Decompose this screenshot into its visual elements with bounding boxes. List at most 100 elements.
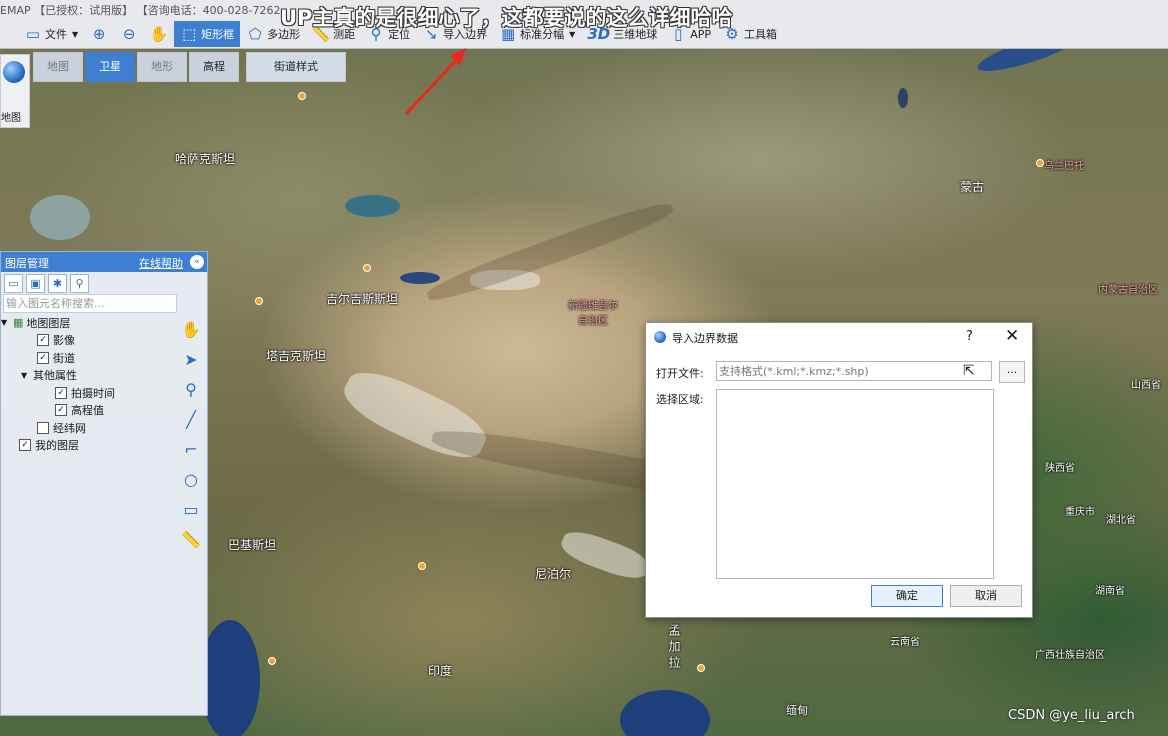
checkbox-checked[interactable]: ✓ <box>37 351 49 364</box>
folder-icon: ▭ <box>25 25 41 43</box>
tree-label: 经纬网 <box>53 421 86 435</box>
label-tajikistan: 塔吉克斯坦 <box>266 349 327 363</box>
tree-label: 街道 <box>53 351 75 365</box>
label-kyrgyzstan: 吉尔吉斯斯坦 <box>326 292 399 306</box>
city-dot <box>268 657 276 665</box>
globe-map-label: 地图 <box>1 113 21 124</box>
map-type-tabs: 地图 卫星 地形 高程 <box>33 52 241 82</box>
dialog-title: 导入边界数据 <box>672 332 738 345</box>
rectangle-icon: ⬚ <box>182 25 197 43</box>
tree-node-streets[interactable]: ✓ 街道 <box>1 349 176 367</box>
tree-node-my-layers[interactable]: ✓ 我的图层 <box>1 437 176 455</box>
rectangle-icon[interactable]: ▭ <box>177 494 205 524</box>
region-list[interactable] <box>716 389 994 579</box>
label-hubei: 湖北省 <box>1106 515 1136 526</box>
layer-manager-panel: 图层管理 在线帮助 « ▭ ▣ ✱ ⚲ 输入图元名称搜索... ▼ ▦ 地图图层… <box>0 251 208 716</box>
collapse-icon[interactable]: « <box>190 255 204 269</box>
tab-satellite[interactable]: 卫星 <box>85 52 135 82</box>
tree-label: 其他属性 <box>33 369 77 383</box>
tree-label: 高程值 <box>71 404 104 418</box>
checkbox-checked[interactable]: ✓ <box>55 404 67 417</box>
cancel-button[interactable]: 取消 <box>950 585 1022 607</box>
label-guangxi: 广西壮族自治区 <box>1035 650 1105 661</box>
chevron-down-icon[interactable]: ▼ <box>21 371 33 380</box>
arrow-shaft <box>404 52 464 116</box>
label-nepal: 尼泊尔 <box>535 567 572 581</box>
layer-panel-header: 图层管理 在线帮助 « <box>1 252 207 272</box>
tree-node-elevation-value[interactable]: ✓ 高程值 <box>1 402 176 420</box>
tree-node-capture-time[interactable]: ✓ 拍摄时间 <box>1 384 176 402</box>
layer-panel-title: 图层管理 <box>5 257 49 270</box>
pointer-icon[interactable]: ➤ <box>177 344 205 374</box>
bay-of-bengal <box>620 690 710 736</box>
browse-button[interactable]: ... <box>999 361 1025 383</box>
app-title: EMAP 【已授权：试用版】 【咨询电话：400-028-7262 <box>0 4 281 17</box>
open-folder-icon[interactable]: ▭ <box>4 273 23 293</box>
tree-label: 拍摄时间 <box>71 386 115 400</box>
tree-label: 我的图层 <box>35 439 79 453</box>
mouse-cursor-icon: ⇱ <box>963 363 975 379</box>
globe-icon <box>654 331 666 343</box>
search-icon[interactable]: ⚲ <box>70 273 89 293</box>
label-shanxi: 山西省 <box>1131 380 1161 391</box>
zoom-in-icon: ⊕ <box>92 25 106 43</box>
file-path-input[interactable] <box>716 361 992 381</box>
label-shaanxi: 陕西省 <box>1045 463 1075 474</box>
layer-panel-toolbar: ▭ ▣ ✱ ⚲ <box>1 272 207 294</box>
polyline-icon[interactable]: ⌐ <box>177 434 205 464</box>
rectangle-select-button[interactable]: ⬚ 矩形框 <box>174 21 241 47</box>
online-help-link[interactable]: 在线帮助 <box>139 255 183 271</box>
city-dot <box>1036 159 1044 167</box>
settings-icon[interactable]: ✱ <box>48 273 67 293</box>
tab-map[interactable]: 地图 <box>33 52 83 82</box>
chevron-down-icon[interactable]: ▼ <box>1 318 13 327</box>
drawing-tools: ✋ ➤ ⚲ ╱ ⌐ ○ ▭ 📏 <box>177 314 205 554</box>
globe-icon <box>3 61 25 83</box>
checkbox-unchecked[interactable] <box>37 421 49 434</box>
street-style-button[interactable]: 街道样式 <box>246 52 346 82</box>
tree-node-imagery[interactable]: ✓ 影像 <box>1 332 176 350</box>
tab-terrain[interactable]: 地形 <box>137 52 187 82</box>
zoom-out-icon: ⊖ <box>122 25 136 43</box>
tree-node-other-attributes[interactable]: ▼ 其他属性 <box>1 367 176 385</box>
line-icon[interactable]: ╱ <box>177 404 205 434</box>
checkbox-checked[interactable]: ✓ <box>19 439 31 452</box>
tree-label: 影像 <box>53 334 75 348</box>
label-bangladesh: 孟加拉 <box>667 624 681 672</box>
ruler-icon[interactable]: 📏 <box>177 524 205 554</box>
toolbox-label: 工具箱 <box>744 28 777 41</box>
label-xinjiang: 新疆维吾尔自治区 <box>568 301 618 327</box>
ok-button[interactable]: 确定 <box>871 585 943 607</box>
city-dot <box>255 297 263 305</box>
tree-node-map-layers[interactable]: ▼ ▦ 地图图层 <box>1 314 176 332</box>
file-menu-button[interactable]: ▭ 文件 ▼ <box>18 21 84 47</box>
dialog-titlebar[interactable]: 导入边界数据 ? ✕ <box>646 323 1032 351</box>
checkbox-checked[interactable]: ✓ <box>37 334 49 347</box>
tree-node-graticule[interactable]: 经纬网 <box>1 419 176 437</box>
red-arrow-annotation <box>404 48 466 116</box>
polygon-icon: ⬠ <box>248 25 262 43</box>
zoom-out-button[interactable]: ⊖ <box>114 21 144 47</box>
label-hunan: 湖南省 <box>1095 586 1125 597</box>
arabian-sea <box>200 620 260 736</box>
label-inner-mongolia: 内蒙古自治区 <box>1098 285 1158 296</box>
checkbox-checked[interactable]: ✓ <box>55 386 67 399</box>
hand-icon[interactable]: ✋ <box>177 314 205 344</box>
marker-icon[interactable]: ⚲ <box>177 374 205 404</box>
close-button[interactable]: ✕ <box>1005 326 1019 346</box>
layer-search-input[interactable]: 输入图元名称搜索... <box>3 294 177 313</box>
label-chongqing: 重庆市 <box>1065 507 1095 518</box>
layers-icon: ▦ <box>13 316 24 330</box>
globe-map-button[interactable]: 地图 <box>0 54 30 128</box>
city-dot <box>418 562 426 570</box>
zoom-in-button[interactable]: ⊕ <box>84 21 114 47</box>
city-dot <box>363 264 371 272</box>
tab-elevation[interactable]: 高程 <box>189 52 239 82</box>
lake-issyk-kul <box>400 272 440 284</box>
label-india: 印度 <box>428 664 453 678</box>
help-button[interactable]: ? <box>966 329 973 344</box>
circle-icon[interactable]: ○ <box>177 464 205 494</box>
save-icon[interactable]: ▣ <box>26 273 45 293</box>
ridge-tianshan <box>423 196 677 308</box>
pan-button[interactable]: ✋ <box>144 21 174 47</box>
